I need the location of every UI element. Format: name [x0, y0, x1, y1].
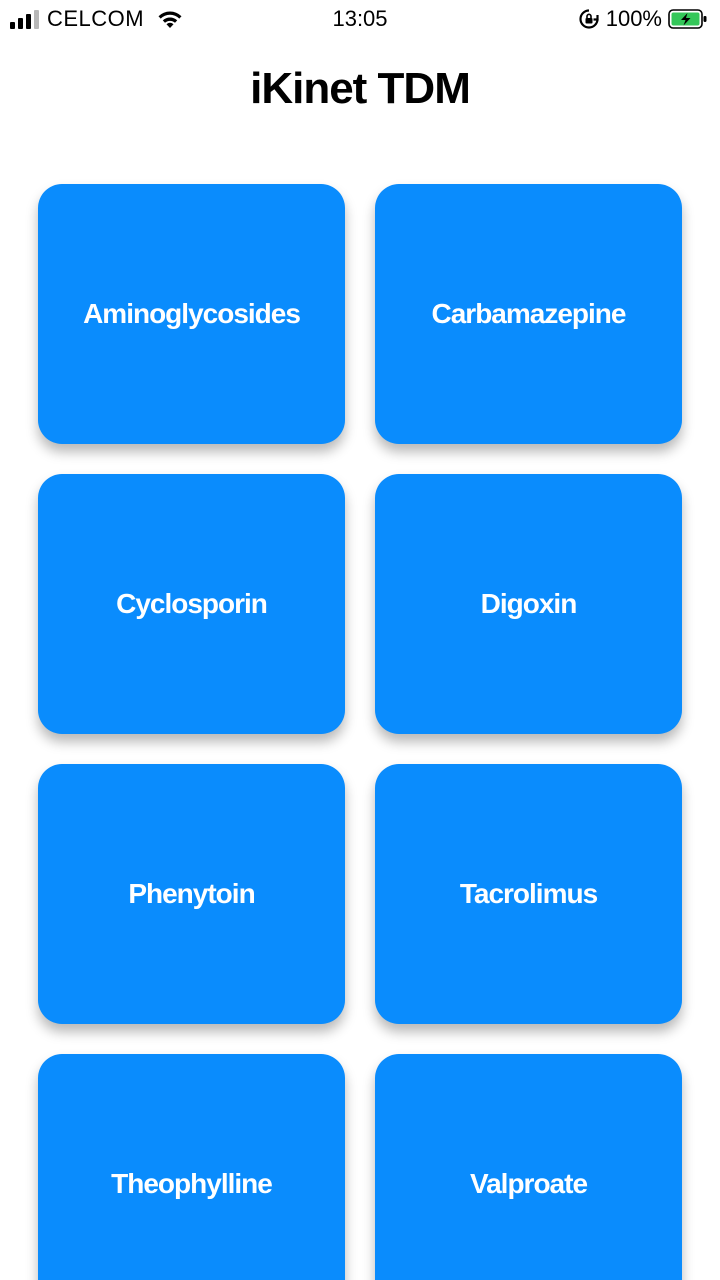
tile-phenytoin[interactable]: Phenytoin — [38, 764, 345, 1024]
battery-charging-icon — [668, 9, 707, 29]
tile-label: Valproate — [469, 1168, 588, 1199]
tile-carbamazepine[interactable]: Carbamazepine — [375, 184, 682, 444]
tile-valproate[interactable]: Valproate — [375, 1054, 682, 1280]
tile-label: Cyclosporin — [116, 588, 268, 619]
tile-digoxin[interactable]: Digoxin — [375, 474, 682, 734]
tile-label: Tacrolimus — [459, 878, 598, 909]
tile-theophylline[interactable]: Theophylline — [38, 1054, 345, 1280]
tile-label: Theophylline — [111, 1168, 273, 1199]
orientation-lock-icon — [579, 9, 599, 29]
tile-tacrolimus[interactable]: Tacrolimus — [375, 764, 682, 1024]
tile-label: Aminoglycosides — [83, 298, 301, 329]
tile-label: Phenytoin — [128, 878, 255, 909]
tile-aminoglycosides[interactable]: Aminoglycosides — [38, 184, 345, 444]
tile-cyclosporin[interactable]: Cyclosporin — [38, 474, 345, 734]
tile-label: Digoxin — [480, 588, 578, 619]
status-right: 100% — [578, 6, 708, 32]
status-bar: CELCOM 13:05 100% — [0, 0, 720, 38]
tile-label: Carbamazepine — [431, 298, 627, 329]
app-screen: CELCOM 13:05 100% iKinet TDM Aminoglycos… — [0, 0, 720, 1280]
drug-grid: Aminoglycosides Carbamazepine Cyclospori… — [38, 184, 682, 1280]
page-title: iKinet TDM — [250, 64, 471, 113]
battery-percent: 100% — [605, 6, 662, 31]
